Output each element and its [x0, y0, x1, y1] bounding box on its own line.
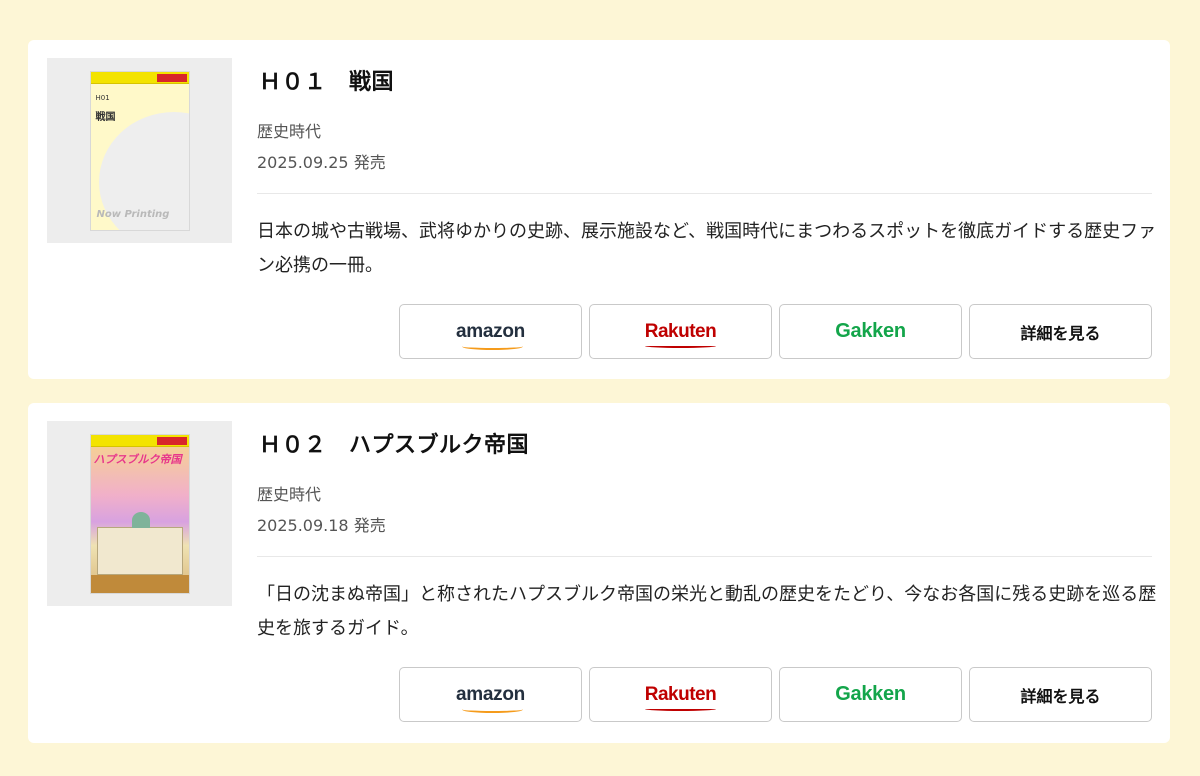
cover-series-band [90, 71, 189, 84]
book-cover-image: ハプスブルク帝国 [89, 433, 190, 594]
amazon-logo-icon: amazon [456, 684, 525, 713]
rakuten-logo-icon: Rakuten [644, 321, 717, 348]
gakken-logo-icon: Gakken [835, 683, 906, 705]
rakuten-button[interactable]: Rakuten [589, 304, 772, 359]
cover-name: ハプスブルク帝国 [93, 452, 182, 466]
amazon-button[interactable]: amazon [399, 304, 582, 359]
gakken-logo-icon: Gakken [835, 320, 906, 342]
cover-code: H01 [95, 93, 110, 102]
rakuten-logo-icon: Rakuten [644, 684, 717, 711]
book-category: 歴史時代 [257, 485, 322, 504]
cover-name: 戦国 [95, 111, 116, 123]
gakken-button[interactable]: Gakken [779, 667, 962, 722]
book-card: H01 戦国 Now Printing Ｈ０１ 戦国 歴史時代 2025.09.… [28, 40, 1170, 379]
release-date: 2025.09.18 発売 [257, 516, 386, 535]
book-cover-thumbnail[interactable]: ハプスブルク帝国 [47, 421, 232, 606]
detail-button-label: 詳細を見る [1020, 686, 1101, 706]
book-title[interactable]: Ｈ０２ ハプスブルク帝国 [259, 427, 529, 459]
cover-illustration-palace [96, 511, 183, 575]
book-list: H01 戦国 Now Printing Ｈ０１ 戦国 歴史時代 2025.09.… [28, 40, 1170, 767]
detail-button[interactable]: 詳細を見る [969, 667, 1152, 722]
cover-illustration-ground [90, 574, 189, 593]
purchase-buttons: amazon Rakuten Gakken 詳細を見る [399, 304, 1152, 359]
book-card: ハプスブルク帝国 Ｈ０２ ハプスブルク帝国 歴史時代 2025.09.18 発売… [28, 403, 1170, 743]
cover-now-printing: Now Printing [96, 208, 170, 220]
divider [257, 193, 1152, 194]
rakuten-button[interactable]: Rakuten [589, 667, 772, 722]
amazon-logo-icon: amazon [456, 321, 525, 350]
detail-button[interactable]: 詳細を見る [969, 304, 1152, 359]
amazon-button[interactable]: amazon [399, 667, 582, 722]
book-description: 日本の城や古戦場、武将ゆかりの史跡、展示施設など、戦国時代にまつわるスポットを徹… [257, 221, 1157, 276]
book-cover-image: H01 戦国 Now Printing [89, 70, 190, 231]
book-title[interactable]: Ｈ０１ 戦国 [259, 64, 394, 96]
book-cover-thumbnail[interactable]: H01 戦国 Now Printing [47, 58, 232, 243]
cover-series-band [90, 434, 189, 447]
detail-button-label: 詳細を見る [1020, 323, 1101, 343]
book-category: 歴史時代 [257, 122, 322, 141]
book-description: 「日の沈まぬ帝国」と称されたハプスブルク帝国の栄光と動乱の歴史をたどり、今なお各… [257, 584, 1157, 639]
release-date: 2025.09.25 発売 [257, 153, 386, 172]
gakken-button[interactable]: Gakken [779, 304, 962, 359]
divider [257, 556, 1152, 557]
purchase-buttons: amazon Rakuten Gakken 詳細を見る [399, 667, 1152, 722]
